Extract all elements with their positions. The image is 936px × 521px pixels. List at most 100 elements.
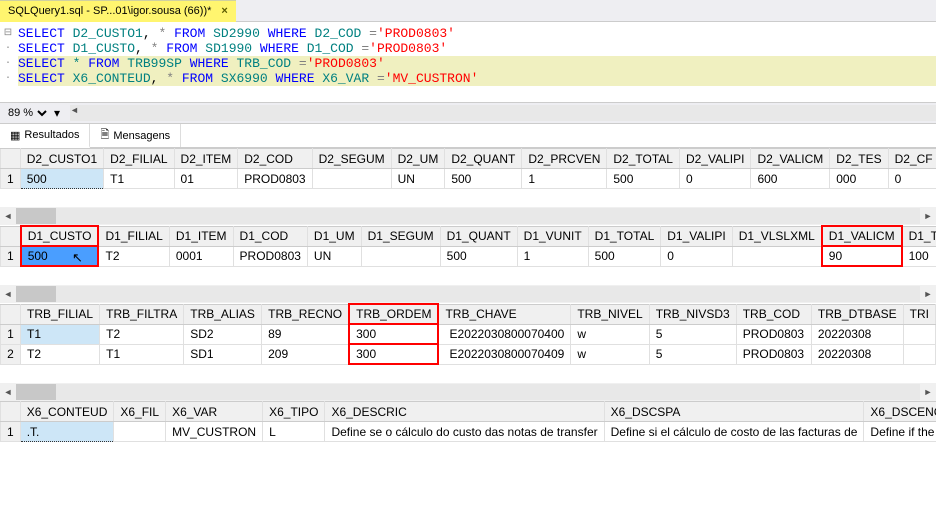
column-header[interactable]: D1_SEGUM [361,226,440,246]
column-header[interactable]: D2_PRCVEN [522,149,607,169]
cell[interactable]: SD2 [184,324,262,344]
column-header[interactable]: D2_SEGUM [312,149,391,169]
grid1-hscroll[interactable]: ◄ ► [0,207,936,225]
grid1-table[interactable]: D2_CUSTO1D2_FILIALD2_ITEMD2_CODD2_SEGUMD… [0,148,936,189]
column-header[interactable]: D1_UM [307,226,361,246]
sql-line[interactable]: SELECT D2_CUSTO1, * FROM SD2990 WHERE D2… [18,26,936,41]
cell[interactable]: w [571,324,649,344]
column-header[interactable]: D2_COD [238,149,312,169]
cell[interactable]: 600 [751,169,830,189]
cell[interactable] [114,422,166,442]
cell[interactable]: w [571,344,649,364]
column-header[interactable]: D2_TES [830,149,888,169]
column-header[interactable]: TRB_DTBASE [811,304,903,324]
cell[interactable] [903,324,935,344]
column-header[interactable]: D1_COD [233,226,307,246]
cell[interactable]: 500 [607,169,680,189]
cell[interactable]: T1 [100,344,184,364]
column-header[interactable]: D1_FILIAL [98,226,169,246]
cell[interactable]: SD1 [184,344,262,364]
cell[interactable]: 500 [445,169,522,189]
column-header[interactable]: D2_QUANT [445,149,522,169]
cell[interactable]: 5 [649,344,736,364]
cell[interactable] [312,169,391,189]
column-header[interactable]: D1_TOTAL [588,226,661,246]
scroll-right-icon[interactable]: ► [920,387,936,397]
column-header[interactable]: TRB_NIVSD3 [649,304,736,324]
cell[interactable]: 300 [349,324,438,344]
column-header[interactable]: D2_TOTAL [607,149,680,169]
column-header[interactable] [1,226,21,246]
cell[interactable]: 100 [902,246,936,266]
cell[interactable]: 0001 [169,246,233,266]
cell[interactable]: Define si el cálculo de costo de las fac… [604,422,864,442]
cell[interactable]: 20220308 [811,324,903,344]
column-header[interactable]: TRI [903,304,935,324]
scroll-left-icon[interactable]: ◄ [0,211,16,221]
column-header[interactable]: TRB_FILIAL [21,304,100,324]
cell[interactable]: 1 [522,169,607,189]
column-header[interactable] [1,149,21,169]
column-header[interactable]: TRB_ALIAS [184,304,262,324]
sql-line[interactable]: SELECT X6_CONTEUD, * FROM SX6990 WHERE X… [18,71,936,86]
cell[interactable]: 01 [174,169,238,189]
cell[interactable]: Define if the transfer not [864,422,936,442]
column-header[interactable]: X6_VAR [166,402,263,422]
column-header[interactable] [1,402,21,422]
column-header[interactable]: X6_DSCSPA [604,402,864,422]
grid3-hscroll[interactable]: ◄ ► [0,383,936,401]
column-header[interactable]: X6_DESCRIC [325,402,604,422]
grid4-table[interactable]: X6_CONTEUDX6_FILX6_VARX6_TIPOX6_DESCRICX… [0,401,936,442]
messages-tab[interactable]: 🗎 Mensagens [90,124,181,147]
grid2-table[interactable]: D1_CUSTOD1_FILIALD1_ITEMD1_CODD1_UMD1_SE… [0,225,936,267]
cell[interactable]: 0 [679,169,750,189]
cell[interactable]: T2 [98,246,169,266]
cell[interactable]: 500 [440,246,517,266]
editor-gutter[interactable]: ⊟··· [2,26,14,86]
cell[interactable]: 000 [830,169,888,189]
cell[interactable]: 89 [262,324,350,344]
sql-line[interactable]: SELECT * FROM TRB99SP WHERE TRB_COD ='PR… [18,56,936,71]
cell[interactable]: 0 [661,246,732,266]
grid3-table[interactable]: TRB_FILIALTRB_FILTRATRB_ALIASTRB_RECNOTR… [0,303,936,365]
cell[interactable]: E2022030800070400 [438,324,570,344]
column-header[interactable]: TRB_FILTRA [100,304,184,324]
cell[interactable]: E2022030800070409 [438,344,570,364]
table-row[interactable]: 2T2T1SD1209300E2022030800070409w5PROD080… [1,344,936,364]
column-header[interactable]: D1_TES [902,226,936,246]
column-header[interactable]: D2_VALIPI [679,149,750,169]
column-header[interactable]: TRB_COD [736,304,811,324]
cell[interactable]: 500 [21,246,99,266]
column-header[interactable]: D1_VUNIT [517,226,588,246]
column-header[interactable]: D2_FILIAL [104,149,174,169]
cell[interactable]: 1 [1,324,21,344]
cell[interactable]: 500 [588,246,661,266]
column-header[interactable]: D1_CUSTO [21,226,99,246]
cell[interactable]: 500 [20,169,103,189]
column-header[interactable]: D2_VALICM [751,149,830,169]
scroll-left-icon[interactable]: ◄ [0,387,16,397]
cell[interactable]: Define se o cálculo do custo das notas d… [325,422,604,442]
column-header[interactable]: D1_VALIPI [661,226,732,246]
table-row[interactable]: 1.T.MV_CUSTRONLDefine se o cálculo do cu… [1,422,936,442]
column-header[interactable]: D1_VALICM [822,226,902,246]
tab-close-icon[interactable]: × [221,5,227,17]
scroll-left-icon[interactable]: ◄ [0,289,16,299]
cell[interactable]: PROD0803 [736,344,811,364]
zoom-select[interactable]: 89 % [4,106,50,120]
cell[interactable]: PROD0803 [233,246,307,266]
cell[interactable]: .T. [20,422,114,442]
column-header[interactable]: X6_FIL [114,402,166,422]
cell[interactable]: 1 [1,246,21,266]
cell[interactable]: T2 [21,344,100,364]
column-header[interactable]: D2_CF [888,149,936,169]
cell[interactable]: UN [307,246,361,266]
cell[interactable]: T1 [21,324,100,344]
column-header[interactable]: TRB_CHAVE [438,304,570,324]
column-header[interactable]: D1_ITEM [169,226,233,246]
table-row[interactable]: 1T1T2SD289300E2022030800070400w5PROD0803… [1,324,936,344]
results-tab[interactable]: ▦ Resultados [0,124,90,148]
cell[interactable] [361,246,440,266]
cell[interactable]: 0 [888,169,936,189]
cell[interactable] [732,246,822,266]
